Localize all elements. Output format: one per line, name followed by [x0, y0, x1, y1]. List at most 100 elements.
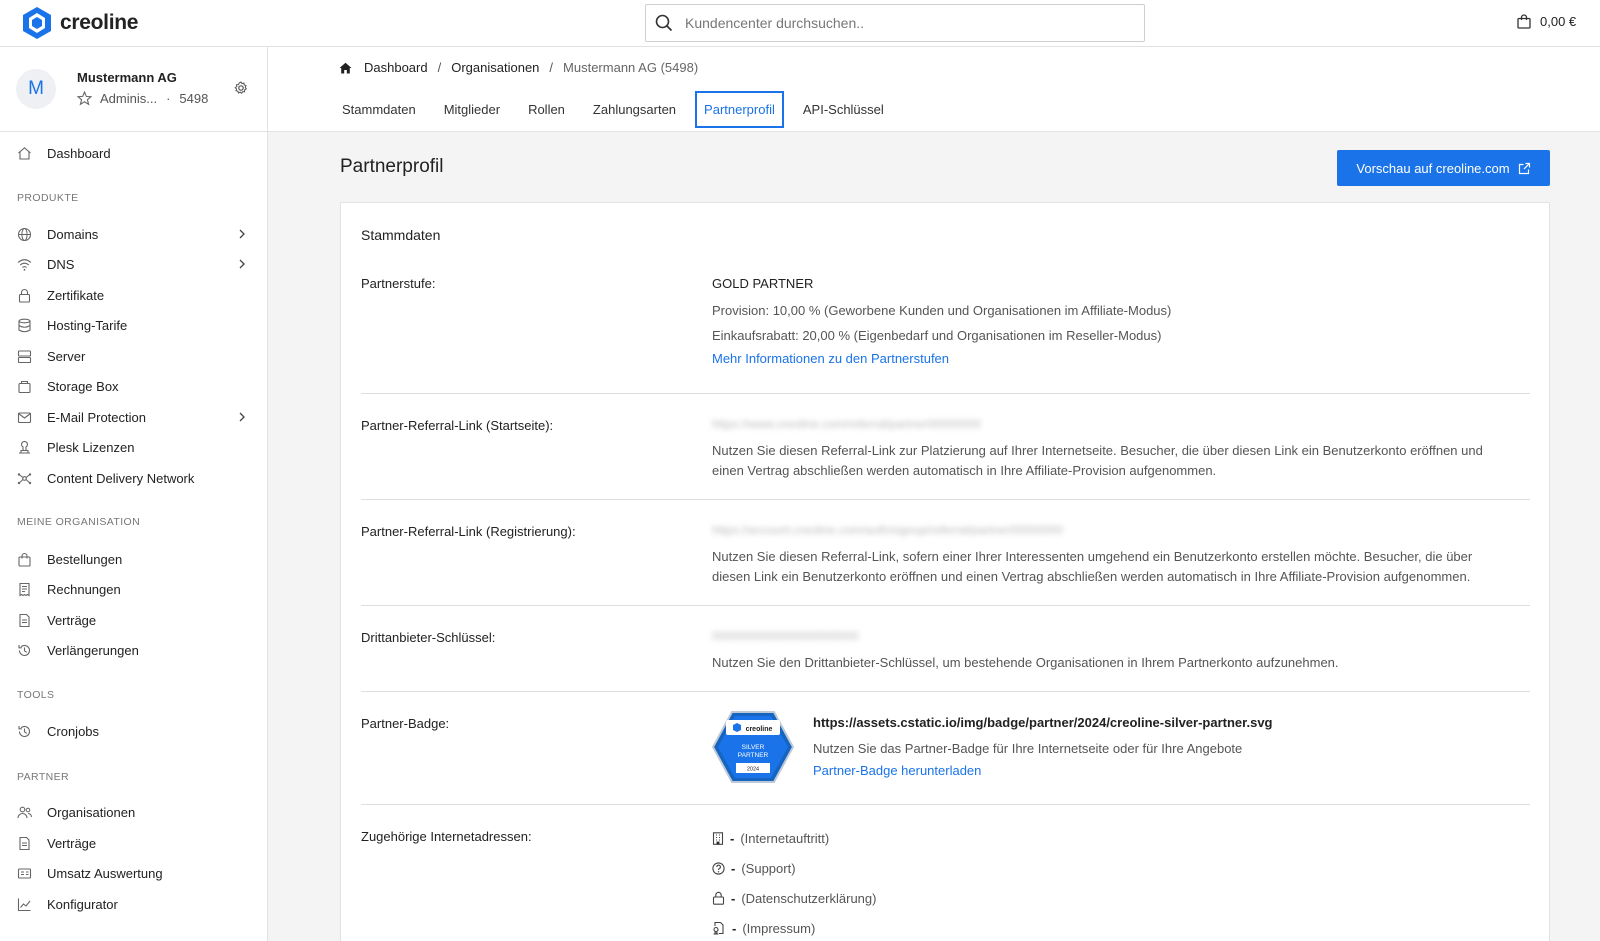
- star-icon[interactable]: [77, 91, 92, 106]
- card-title: Stammdaten: [361, 227, 441, 243]
- sidebar-item-verlaengerungen[interactable]: Verlängerungen: [0, 637, 267, 663]
- shopping-bag-icon: [1517, 14, 1531, 29]
- brand-name: creoline: [60, 11, 139, 34]
- sidebar-item-label: Verträge: [47, 835, 97, 851]
- gear-icon[interactable]: [234, 81, 248, 95]
- cart-amount: 0,00 €: [1540, 14, 1577, 29]
- section-organisation: MEINE ORGANISATION: [17, 516, 141, 528]
- tab-stammdaten[interactable]: Stammdaten: [333, 91, 425, 128]
- sidebar-item-vertraege[interactable]: Verträge: [0, 607, 267, 633]
- sidebar-item-plesk-lizenzen[interactable]: Plesk Lizenzen: [0, 434, 267, 460]
- home-icon[interactable]: [339, 62, 352, 74]
- row-value: https://www.creoline.com/referral/partne…: [712, 417, 1522, 481]
- address-value[interactable]: -: [732, 921, 736, 936]
- row-label: Partner-Referral-Link (Startseite):: [361, 418, 554, 433]
- breadcrumb-separator: /: [437, 60, 442, 75]
- row-label: Partner-Badge:: [361, 716, 450, 731]
- sidebar-item-organisationen[interactable]: Organisationen: [0, 799, 267, 825]
- sidebar-item-umsatz-auswertung[interactable]: Umsatz Auswertung: [0, 860, 267, 886]
- address-type: (Impressum): [742, 920, 816, 936]
- line-chart-icon: [17, 898, 31, 912]
- sidebar-item-bestellungen[interactable]: Bestellungen: [0, 546, 267, 572]
- address-type: (Datenschutzerklärung): [741, 890, 877, 906]
- search-box[interactable]: [645, 4, 1145, 42]
- building-icon: [712, 831, 724, 845]
- stammdaten-card: Stammdaten Partnerstufe: GOLD PARTNER Pr…: [340, 202, 1550, 941]
- address-value[interactable]: -: [731, 861, 735, 876]
- sidebar-item-dashboard[interactable]: Dashboard: [0, 140, 267, 166]
- drittanbieter-key[interactable]: 0000000000000000000000: [712, 629, 1522, 649]
- sidebar-item-rechnungen[interactable]: Rechnungen: [0, 576, 267, 602]
- preview-button[interactable]: Vorschau auf creoline.com: [1337, 150, 1550, 186]
- cart-button[interactable]: 0,00 €: [1517, 14, 1576, 29]
- badge-url[interactable]: https://assets.cstatic.io/img/badge/part…: [813, 715, 1513, 735]
- referral-reg-url[interactable]: https://account.creoline.com/auth/signup…: [712, 523, 1522, 543]
- sidebar-item-server[interactable]: Server: [0, 343, 267, 369]
- id-card-icon: [17, 868, 32, 879]
- search-input[interactable]: [685, 15, 1115, 31]
- sidebar-item-konfigurator[interactable]: Konfigurator: [0, 891, 267, 917]
- tab-mitglieder[interactable]: Mitglieder: [435, 91, 509, 128]
- sidebar-item-storage-box[interactable]: Storage Box: [0, 373, 267, 399]
- mail-icon: [17, 412, 32, 424]
- sidebar-item-label: Organisationen: [47, 804, 136, 820]
- sidebar-item-label: Cronjobs: [47, 723, 100, 739]
- breadcrumb: Dashboard / Organisationen / Mustermann …: [339, 60, 698, 75]
- preview-button-label: Vorschau auf creoline.com: [1356, 160, 1510, 176]
- sidebar-item-label: Content Delivery Network: [47, 470, 195, 486]
- row-value: https://assets.cstatic.io/img/badge/part…: [813, 715, 1513, 778]
- sidebar-item-label: Domains: [47, 226, 99, 242]
- partner-levels-link[interactable]: Mehr Informationen zu den Partnerstufen: [712, 351, 1522, 366]
- page-title: Partnerprofil: [340, 156, 444, 177]
- address-item: - (Impressum): [712, 918, 1522, 938]
- badge-level-2: PARTNER: [738, 752, 769, 759]
- breadcrumb-dashboard[interactable]: Dashboard: [364, 60, 428, 75]
- org-role: Adminis...: [100, 91, 158, 106]
- lock-icon: [712, 891, 725, 905]
- address-value[interactable]: -: [730, 831, 734, 846]
- referral-start-url[interactable]: https://www.creoline.com/referral/partne…: [712, 417, 1522, 437]
- sidebar-item-label: Verlängerungen: [47, 642, 139, 658]
- tab-partnerprofil[interactable]: Partnerprofil: [695, 91, 784, 128]
- referral-reg-desc: diesen Link ein Benutzerkonto eröffnen u…: [712, 569, 1471, 584]
- brand-logo[interactable]: creoline: [20, 6, 138, 40]
- sidebar-item-cronjobs[interactable]: Cronjobs: [0, 718, 267, 744]
- address-item: - (Datenschutzerklärung): [712, 888, 1522, 908]
- row-internetadressen: Zugehörige Internetadressen: - (Internet…: [361, 805, 1530, 941]
- wifi-icon: [17, 259, 32, 271]
- sidebar-item-label: Konfigurator: [47, 896, 118, 912]
- sidebar-item-hosting-tarife[interactable]: Hosting-Tarife: [0, 312, 267, 338]
- sidebar-item-partner-vertraege[interactable]: Verträge: [0, 830, 267, 856]
- address-item: - (Support): [712, 858, 1522, 878]
- sidebar-item-label: Umsatz Auswertung: [47, 865, 163, 881]
- address-value[interactable]: -: [731, 891, 735, 906]
- org-meta: Adminis... · 5498: [77, 91, 208, 106]
- sidebar-item-label: DNS: [47, 256, 75, 272]
- referral-start-desc: einen Vertrag abschließen werden automat…: [712, 463, 1217, 478]
- referral-reg-desc: Nutzen Sie diesen Referral-Link, sofern …: [712, 549, 1473, 564]
- sidebar-item-label: E-Mail Protection: [47, 409, 146, 425]
- row-drittanbieter: Drittanbieter-Schlüssel: 000000000000000…: [361, 606, 1530, 692]
- sidebar-item-zertifikate[interactable]: Zertifikate: [0, 282, 267, 308]
- tab-rollen[interactable]: Rollen: [519, 91, 574, 128]
- tab-bar: Stammdaten Mitglieder Rollen Zahlungsart…: [333, 91, 903, 128]
- sidebar-item-label: Plesk Lizenzen: [47, 439, 135, 455]
- sidebar-item-domains[interactable]: Domains: [0, 221, 267, 247]
- tab-api-schluessel[interactable]: API-Schlüssel: [794, 91, 893, 128]
- sidebar-item-dns[interactable]: DNS: [0, 251, 267, 277]
- shopping-bag-icon: [18, 552, 31, 567]
- org-separator: ·: [166, 91, 171, 106]
- sidebar-item-email-protection[interactable]: E-Mail Protection: [0, 404, 267, 430]
- stamp-icon: [19, 440, 30, 454]
- lock-icon: [18, 289, 31, 303]
- address-type: (Internetauftritt): [740, 830, 830, 846]
- avatar: M: [16, 69, 56, 109]
- main-header: Dashboard / Organisationen / Mustermann …: [268, 47, 1600, 132]
- badge-download-link[interactable]: Partner-Badge herunterladen: [813, 763, 1513, 778]
- section-tools: TOOLS: [17, 689, 55, 701]
- address-item: - (Internetauftritt): [712, 828, 1522, 848]
- row-value: https://account.creoline.com/auth/signup…: [712, 523, 1522, 587]
- breadcrumb-organisationen[interactable]: Organisationen: [451, 60, 539, 75]
- tab-zahlungsarten[interactable]: Zahlungsarten: [584, 91, 685, 128]
- sidebar-item-cdn[interactable]: Content Delivery Network: [0, 465, 267, 491]
